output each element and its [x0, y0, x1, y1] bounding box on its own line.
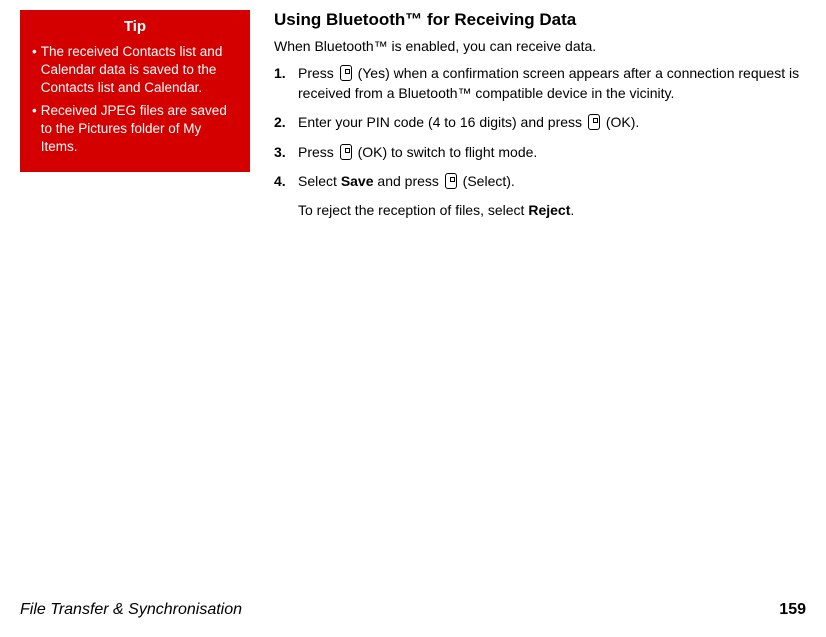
step-row: 1. Press (Yes) when a confirmation scree…: [274, 64, 806, 103]
step-number: 2.: [274, 113, 298, 133]
page-footer: File Transfer & Synchronisation 159: [20, 601, 806, 619]
tip-body: • The received Contacts list and Calenda…: [20, 41, 250, 172]
softkey-icon: [445, 173, 457, 189]
intro-text: When Bluetooth™ is enabled, you can rece…: [274, 38, 806, 54]
softkey-icon: [588, 114, 600, 130]
step-number: 4.: [274, 172, 298, 192]
step-text: Press (Yes) when a confirmation screen a…: [298, 64, 806, 103]
step-row: 3. Press (OK) to switch to flight mode.: [274, 143, 806, 163]
step-row: 2. Enter your PIN code (4 to 16 digits) …: [274, 113, 806, 133]
tip-item: • The received Contacts list and Calenda…: [32, 43, 238, 98]
main-content: Using Bluetooth™ for Receiving Data When…: [274, 10, 806, 218]
step-row: 4. Select Save and press (Select).: [274, 172, 806, 192]
step-text: Select Save and press (Select).: [298, 172, 806, 192]
section-heading: Using Bluetooth™ for Receiving Data: [274, 10, 806, 30]
step-text: Enter your PIN code (4 to 16 digits) and…: [298, 113, 806, 133]
footer-page-number: 159: [779, 601, 806, 619]
softkey-icon: [340, 144, 352, 160]
page: Tip • The received Contacts list and Cal…: [0, 0, 826, 637]
step-note: To reject the reception of files, select…: [298, 202, 806, 218]
tip-item: • Received JPEG files are saved to the P…: [32, 102, 238, 157]
step-number: 1.: [274, 64, 298, 103]
step-number: 3.: [274, 143, 298, 163]
tip-text: Received JPEG files are saved to the Pic…: [41, 102, 238, 157]
step-text: Press (OK) to switch to flight mode.: [298, 143, 806, 163]
softkey-icon: [340, 65, 352, 81]
bullet-icon: •: [32, 43, 37, 98]
tip-text: The received Contacts list and Calendar …: [41, 43, 238, 98]
bullet-icon: •: [32, 102, 37, 157]
content-wrapper: Tip • The received Contacts list and Cal…: [20, 10, 806, 218]
sidebar: Tip • The received Contacts list and Cal…: [20, 10, 250, 218]
footer-section-title: File Transfer & Synchronisation: [20, 601, 242, 619]
tip-header: Tip: [20, 10, 250, 41]
tip-box: Tip • The received Contacts list and Cal…: [20, 10, 250, 172]
